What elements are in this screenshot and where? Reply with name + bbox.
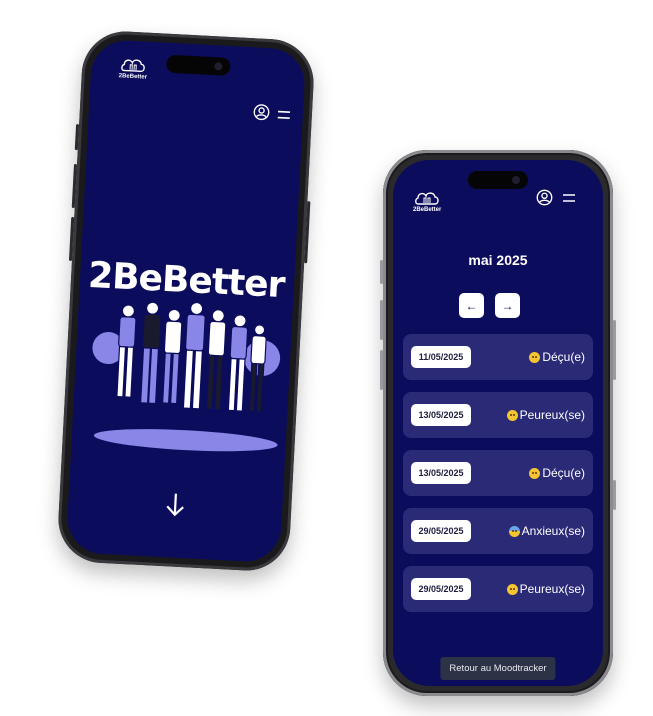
entry-mood: Déçu(e) xyxy=(529,346,585,368)
mood-label: Peureux(se) xyxy=(519,582,585,596)
disappointed-face-icon xyxy=(529,467,541,479)
return-to-moodtracker-button[interactable]: Retour au Moodtracker xyxy=(440,657,556,680)
people-group-illustration xyxy=(92,301,281,452)
arrow-right-icon: → xyxy=(501,298,514,313)
phone-left: 2BeBetter 2BeBetter xyxy=(56,29,316,573)
volume-up-button xyxy=(380,300,383,340)
entry-date: 13/05/2025 xyxy=(411,462,471,484)
next-month-button[interactable]: → xyxy=(495,293,520,318)
mood-entry[interactable]: 11/05/2025 Déçu(e) xyxy=(403,334,593,380)
logo-text: 2BeBetter xyxy=(413,207,442,213)
dynamic-island xyxy=(468,171,528,189)
fearful-face-icon xyxy=(506,409,518,421)
fearful-face-icon xyxy=(506,583,518,595)
entry-date: 29/05/2025 xyxy=(411,578,471,600)
entry-mood: Peureux(se) xyxy=(506,578,585,600)
entry-date: 13/05/2025 xyxy=(411,404,471,426)
mood-entry[interactable]: 29/05/2025 Anxieux(se) xyxy=(403,508,593,554)
month-title: mai 2025 xyxy=(468,252,528,268)
logo-text: 2BeBetter xyxy=(118,73,148,81)
entry-mood: Anxieux(se) xyxy=(508,520,585,542)
mood-label: Peureux(se) xyxy=(519,408,585,422)
entry-date: 11/05/2025 xyxy=(411,346,471,368)
entry-mood: Peureux(se) xyxy=(506,404,585,426)
volume-down-button xyxy=(380,350,383,390)
anxious-face-icon xyxy=(508,525,520,537)
menu-icon[interactable] xyxy=(277,110,292,121)
entry-date: 29/05/2025 xyxy=(411,520,471,542)
disappointed-face-icon xyxy=(529,351,541,363)
moodtracker-screen: 2BeBetter mai 2025 ← → 11/05/2025 Déçu(e… xyxy=(393,160,603,686)
arrow-left-icon: ← xyxy=(465,298,478,313)
prev-month-button[interactable]: ← xyxy=(459,293,484,318)
user-circle-icon[interactable] xyxy=(253,103,271,121)
mood-entry[interactable]: 13/05/2025 Peureux(se) xyxy=(403,392,593,438)
arrow-down-icon[interactable] xyxy=(164,491,187,518)
dynamic-island xyxy=(165,54,231,76)
user-circle-icon[interactable] xyxy=(536,189,553,206)
app-logo[interactable]: 2BeBetter xyxy=(413,190,441,213)
logo-mark-icon xyxy=(415,192,439,205)
volume-down-button xyxy=(68,216,75,261)
menu-icon[interactable] xyxy=(562,193,576,203)
action-button xyxy=(74,124,80,151)
power-button xyxy=(613,320,616,380)
mood-label: Déçu(e) xyxy=(542,466,585,480)
action-button xyxy=(380,260,383,284)
entry-mood: Déçu(e) xyxy=(529,462,585,484)
phone-right: 2BeBetter mai 2025 ← → 11/05/2025 Déçu(e… xyxy=(380,150,616,696)
mood-label: Anxieux(se) xyxy=(521,524,585,538)
logo-mark-icon xyxy=(121,59,146,73)
camera-control-button xyxy=(613,480,616,510)
mood-entry[interactable]: 29/05/2025 Peureux(se) xyxy=(403,566,593,612)
mood-entry[interactable]: 13/05/2025 Déçu(e) xyxy=(403,450,593,496)
power-button xyxy=(304,201,311,264)
mood-label: Déçu(e) xyxy=(542,350,585,364)
volume-up-button xyxy=(71,163,78,209)
mood-entry-list: 11/05/2025 Déçu(e) 13/05/2025 Peureux(se… xyxy=(403,334,593,624)
app-logo[interactable]: 2BeBetter xyxy=(118,56,149,81)
splash-screen: 2BeBetter 2BeBetter xyxy=(65,38,307,564)
